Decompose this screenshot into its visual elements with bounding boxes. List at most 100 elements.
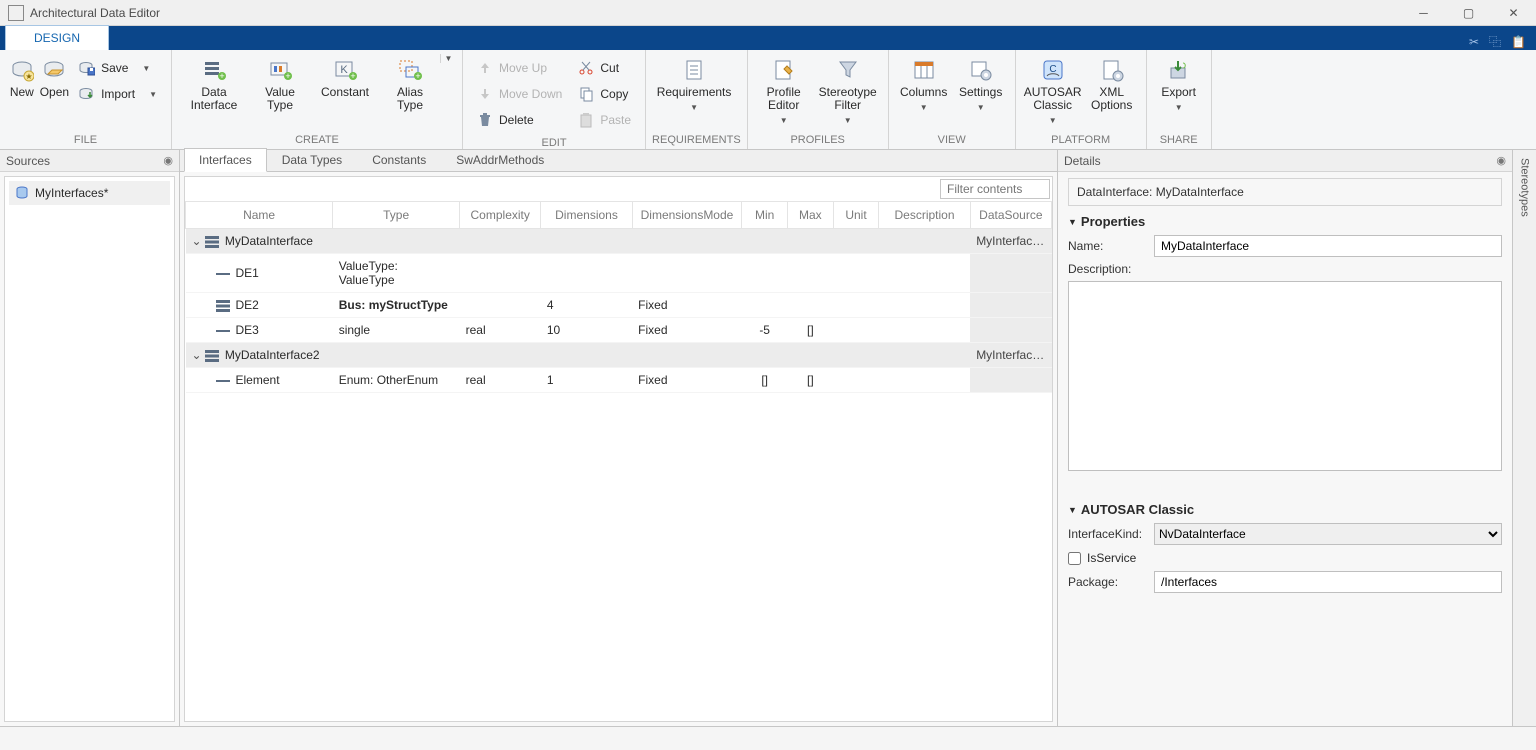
close-button[interactable]: ✕ xyxy=(1491,0,1536,25)
group-label-profiles: PROFILES xyxy=(754,131,882,149)
minimize-button[interactable]: ─ xyxy=(1401,0,1446,25)
data-interface-icon: + xyxy=(202,58,226,82)
create-expand-toggle[interactable]: ▼ xyxy=(440,54,456,63)
interfacekind-label: InterfaceKind: xyxy=(1068,527,1146,541)
autosar-icon: C xyxy=(1041,58,1065,82)
cut-button[interactable]: Cut xyxy=(574,56,635,80)
svg-text:+: + xyxy=(285,71,290,81)
gear-icon xyxy=(969,58,993,82)
col-datasource[interactable]: DataSource xyxy=(970,202,1051,229)
interfacekind-select[interactable]: NvDataInterface xyxy=(1154,523,1502,545)
maximize-button[interactable]: ▢ xyxy=(1446,0,1491,25)
group-label-view: VIEW xyxy=(895,131,1009,149)
name-label: Name: xyxy=(1068,239,1146,253)
col-min[interactable]: Min xyxy=(742,202,788,229)
properties-section-toggle[interactable]: ▼ Properties xyxy=(1068,214,1502,229)
tab-constants[interactable]: Constants xyxy=(357,148,441,171)
stereotype-filter-dropdown-icon: ▼ xyxy=(844,116,852,125)
open-button[interactable]: Open xyxy=(38,54,71,103)
table-row[interactable]: DE2Bus: myStructType4Fixed xyxy=(186,293,1052,318)
table-row[interactable]: DE1ValueType: ValueType xyxy=(186,254,1052,293)
move-up-button: Move Up xyxy=(473,56,566,80)
package-label: Package: xyxy=(1068,575,1146,589)
profile-editor-button[interactable]: Profile Editor ▼ xyxy=(754,54,814,129)
export-icon xyxy=(1167,58,1191,82)
col-name[interactable]: Name xyxy=(186,202,333,229)
requirements-button[interactable]: Requirements ▼ xyxy=(652,54,736,116)
value-type-icon: + xyxy=(268,58,292,82)
filter-icon xyxy=(836,58,860,82)
col-unit[interactable]: Unit xyxy=(833,202,879,229)
col-dimensionsmode[interactable]: DimensionsMode xyxy=(632,202,742,229)
name-field[interactable] xyxy=(1154,235,1502,257)
table-row[interactable]: ⌄ MyDataInterface2MyInterface... xyxy=(186,343,1052,368)
svg-text:+: + xyxy=(415,71,420,81)
tab-data-types[interactable]: Data Types xyxy=(267,148,357,171)
chevron-down-icon: ▼ xyxy=(1068,505,1077,515)
sources-menu-icon[interactable]: ◉ xyxy=(163,154,173,167)
open-icon xyxy=(42,58,66,82)
columns-dropdown-icon: ▼ xyxy=(920,103,928,112)
chevron-down-icon[interactable]: ⌄ xyxy=(192,348,202,362)
col-dimensions[interactable]: Dimensions xyxy=(541,202,632,229)
struct-icon xyxy=(216,300,230,312)
col-complexity[interactable]: Complexity xyxy=(460,202,541,229)
data-interface-button[interactable]: + Data Interface xyxy=(178,54,250,116)
import-button[interactable]: Import ▼ xyxy=(75,82,161,106)
export-button[interactable]: Export ▼ xyxy=(1153,54,1205,116)
stereotypes-tab[interactable]: Stereotypes xyxy=(1519,158,1531,217)
copy-button[interactable]: Copy xyxy=(574,82,635,106)
table-row[interactable]: ⌄ MyDataInterfaceMyInterface... xyxy=(186,229,1052,254)
alias-type-button[interactable]: + Alias Type xyxy=(380,54,440,116)
paste-button: Paste xyxy=(574,108,635,132)
constant-button[interactable]: K+ Constant xyxy=(310,54,380,103)
constant-icon: K+ xyxy=(333,58,357,82)
chevron-down-icon: ▼ xyxy=(1068,217,1077,227)
save-button[interactable]: Save ▼ xyxy=(75,56,161,80)
col-description[interactable]: Description xyxy=(879,202,970,229)
struct-icon xyxy=(205,236,219,248)
settings-button[interactable]: Settings ▼ xyxy=(953,54,1009,116)
table-row[interactable]: DE3singlereal10Fixed-5[] xyxy=(186,318,1052,343)
tab-swaddr[interactable]: SwAddrMethods xyxy=(441,148,559,171)
stereotype-filter-button[interactable]: Stereotype Filter ▼ xyxy=(814,54,882,129)
autosar-section-toggle[interactable]: ▼ AUTOSAR Classic xyxy=(1068,502,1502,517)
table-row[interactable]: ElementEnum: OtherEnumreal1Fixed[][] xyxy=(186,368,1052,393)
copy-icon xyxy=(578,86,594,102)
ribbon-tab-design[interactable]: DESIGN xyxy=(5,25,109,50)
details-title: Details xyxy=(1064,154,1101,168)
line-icon xyxy=(216,268,230,280)
requirements-dropdown-icon: ▼ xyxy=(690,103,698,112)
details-header: DataInterface: MyDataInterface xyxy=(1068,178,1502,206)
filter-input[interactable] xyxy=(940,179,1050,199)
database-icon xyxy=(15,186,29,200)
new-button[interactable]: ★ New xyxy=(6,54,38,103)
new-icon: ★ xyxy=(10,58,34,82)
tab-interfaces[interactable]: Interfaces xyxy=(184,148,267,172)
group-label-platform: PLATFORM xyxy=(1022,131,1140,149)
columns-button[interactable]: Columns ▼ xyxy=(895,54,953,116)
isservice-label: IsService xyxy=(1087,551,1136,565)
source-item[interactable]: MyInterfaces* xyxy=(9,181,170,205)
svg-text:K: K xyxy=(340,64,348,76)
isservice-checkbox[interactable] xyxy=(1068,552,1081,565)
details-menu-icon[interactable]: ◉ xyxy=(1496,154,1506,167)
qat-copy-icon[interactable]: ⿻ xyxy=(1489,33,1501,50)
xml-options-button[interactable]: XML Options xyxy=(1084,54,1140,116)
value-type-button[interactable]: + Value Type xyxy=(250,54,310,116)
col-type[interactable]: Type xyxy=(333,202,460,229)
trash-icon xyxy=(477,112,493,128)
requirements-icon xyxy=(682,58,706,82)
line-icon xyxy=(216,375,230,387)
delete-button[interactable]: Delete xyxy=(473,108,566,132)
package-field[interactable] xyxy=(1154,571,1502,593)
svg-text:+: + xyxy=(350,71,355,81)
col-max[interactable]: Max xyxy=(787,202,833,229)
description-field[interactable] xyxy=(1068,281,1502,471)
qat-cut-icon[interactable]: ✂ xyxy=(1469,35,1479,49)
qat-paste-icon[interactable]: 📋 xyxy=(1511,35,1526,49)
chevron-down-icon[interactable]: ⌄ xyxy=(192,234,202,248)
autosar-classic-button[interactable]: C AUTOSAR Classic ▼ xyxy=(1022,54,1084,129)
line-icon xyxy=(216,325,230,337)
import-dropdown-icon: ▼ xyxy=(149,90,157,99)
